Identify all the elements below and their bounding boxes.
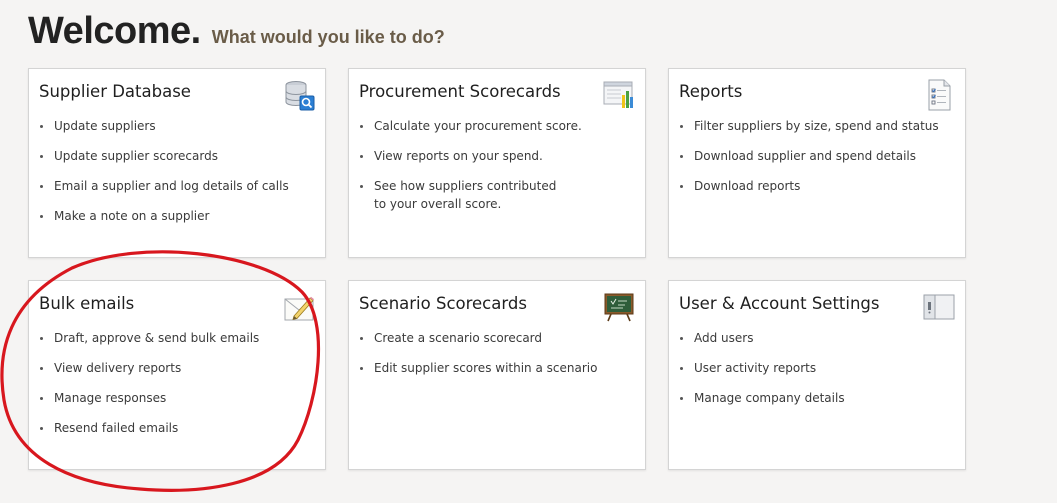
list-item: Update supplier scorecards [40,147,289,165]
card-procurement-scorecards[interactable]: Procurement Scorecards Calculate your pr… [348,68,646,258]
list-item: View delivery reports [39,359,259,377]
list-item: Draft, approve & send bulk emails [39,331,260,345]
bar-chart-icon [603,81,633,108]
page-title: Welcome. [28,10,201,52]
list-item: User activity reports [680,359,845,377]
page-subtitle: What would you like to do? [211,27,445,47]
card-title: Supplier Database [39,82,191,101]
card-title: Reports [679,82,743,101]
card-title: Scenario Scorecards [359,294,527,313]
card-item-list: Update suppliers Update supplier scoreca… [39,117,289,237]
card-supplier-database[interactable]: Supplier Database Update suppliers Updat… [28,68,326,258]
list-item: Create a scenario scorecard [359,329,597,347]
card-item-list: Create a scenario scorecard Edit supplie… [359,329,597,389]
database-search-icon [285,81,315,111]
card-item-list: Filter suppliers by size, spend and stat… [679,117,939,207]
list-item: Make a note on a supplier [40,207,289,225]
chalkboard-icon [604,293,634,322]
card-user-account-settings[interactable]: User & Account Settings Add users User a… [668,280,966,470]
page-header: Welcome. What would you like to do? [28,10,445,55]
card-title: User & Account Settings [679,294,880,313]
card-title: Procurement Scorecards [359,82,561,101]
list-item: View reports on your spend. [360,147,582,165]
card-reports[interactable]: Reports Filter suppliers by size, spend … [668,68,966,258]
list-item: Edit supplier scores within a scenario [359,361,598,375]
list-item: Update suppliers [40,117,289,135]
card-item-list: Add users User activity reports Manage c… [679,329,845,419]
settings-panel-icon [923,294,955,320]
list-item: Download supplier and spend details [680,147,939,165]
list-item: Calculate your procurement score. [360,119,582,133]
list-item: Download reports [680,177,939,195]
list-item: See how suppliers contributed to your ov… [360,177,582,213]
list-item: Resend failed emails [39,419,259,437]
card-item-list: Calculate your procurement score. View r… [359,117,582,225]
report-checklist-icon [928,79,951,111]
list-item: Email a supplier and log details of call… [40,179,289,193]
card-scenario-scorecards[interactable]: Scenario Scorecards Create a scenario sc… [348,280,646,470]
compose-email-icon [284,296,314,321]
list-item: Manage responses [39,389,259,407]
list-item: Filter suppliers by size, spend and stat… [680,119,939,133]
dashboard: Welcome. What would you like to do? Supp… [0,0,1057,503]
card-bulk-emails[interactable]: Bulk emails Draft, approve & send bulk e… [28,280,326,470]
list-item: Manage company details [680,391,845,405]
card-item-list: Draft, approve & send bulk emails View d… [39,329,259,449]
card-title: Bulk emails [39,294,135,313]
list-item: Add users [680,329,845,347]
